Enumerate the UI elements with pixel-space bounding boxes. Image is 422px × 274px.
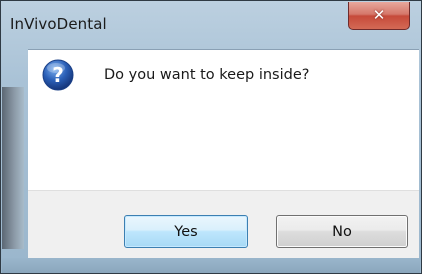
no-button[interactable]: No: [276, 215, 408, 248]
page: InVivoDental ✕ ? Do you want to keep ins…: [0, 0, 422, 274]
yes-button[interactable]: Yes: [124, 215, 248, 248]
title-bar[interactable]: InVivoDental ✕: [2, 2, 420, 48]
window-bottom-frame: [2, 258, 420, 273]
window-title: InVivoDental: [10, 15, 107, 33]
question-icon: ?: [42, 59, 74, 91]
message-box-window: InVivoDental ✕ ? Do you want to keep ins…: [0, 0, 422, 274]
window-left-frame: [2, 87, 24, 249]
dialog-button-bar: Yes No: [28, 190, 419, 259]
close-icon: ✕: [372, 6, 386, 24]
svg-text:?: ?: [52, 63, 64, 87]
close-button[interactable]: ✕: [348, 2, 410, 30]
dialog-message: Do you want to keep inside?: [104, 67, 310, 83]
